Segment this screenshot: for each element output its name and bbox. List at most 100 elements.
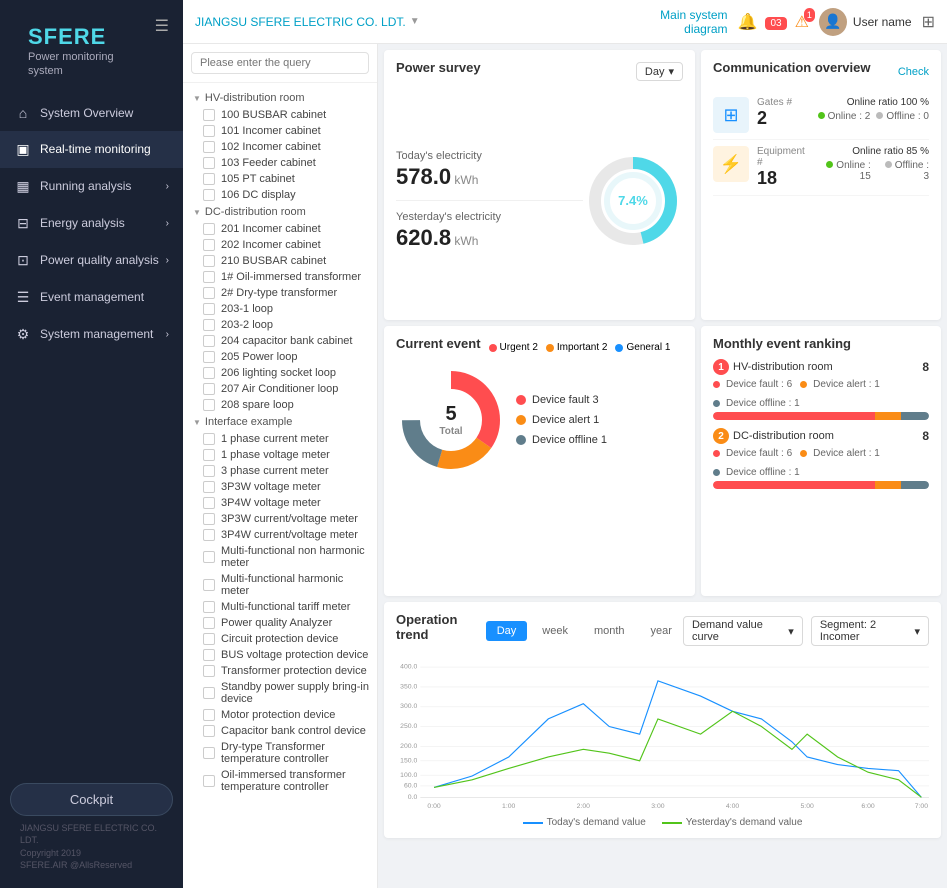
list-item[interactable]: 103 Feeder cabinet bbox=[183, 155, 377, 171]
checkbox[interactable] bbox=[203, 513, 215, 525]
checkbox[interactable] bbox=[203, 173, 215, 185]
checkbox[interactable] bbox=[203, 617, 215, 629]
tree-group-hv[interactable]: HV-distribution room bbox=[183, 89, 377, 107]
list-item[interactable]: 105 PT cabinet bbox=[183, 171, 377, 187]
list-item[interactable]: 3 phase current meter bbox=[183, 463, 377, 479]
list-item[interactable]: 3P4W voltage meter bbox=[183, 495, 377, 511]
checkbox[interactable] bbox=[203, 125, 215, 137]
demand-select[interactable]: Demand value curve ▾ bbox=[683, 616, 803, 646]
checkbox[interactable] bbox=[203, 497, 215, 509]
list-item[interactable]: Motor protection device bbox=[183, 707, 377, 723]
list-item[interactable]: 3P3W current/voltage meter bbox=[183, 511, 377, 527]
list-item[interactable]: Power quality Analyzer bbox=[183, 615, 377, 631]
list-item[interactable]: 1# Oil-immersed transformer bbox=[183, 269, 377, 285]
list-item[interactable]: 202 Incomer cabinet bbox=[183, 237, 377, 253]
checkbox[interactable] bbox=[203, 189, 215, 201]
list-item[interactable]: 106 DC display bbox=[183, 187, 377, 203]
checkbox[interactable] bbox=[203, 367, 215, 379]
list-item[interactable]: 3P3W voltage meter bbox=[183, 479, 377, 495]
checkbox[interactable] bbox=[203, 633, 215, 645]
notification-bell[interactable]: 🔔 bbox=[738, 12, 758, 32]
list-item[interactable]: 206 lighting socket loop bbox=[183, 365, 377, 381]
list-item[interactable]: Multi-functional non harmonic meter bbox=[183, 543, 377, 571]
list-item[interactable]: Oil-immersed transformer temperature con… bbox=[183, 767, 377, 795]
list-item[interactable]: 207 Air Conditioner loop bbox=[183, 381, 377, 397]
sidebar-item-power-quality[interactable]: ⊡ Power quality analysis › bbox=[0, 242, 183, 279]
checkbox[interactable] bbox=[203, 579, 215, 591]
cockpit-button[interactable]: Cockpit bbox=[10, 783, 173, 816]
checkbox[interactable] bbox=[203, 775, 215, 787]
checkbox[interactable] bbox=[203, 141, 215, 153]
checkbox[interactable] bbox=[203, 649, 215, 661]
check-link[interactable]: Check bbox=[898, 66, 929, 78]
list-item[interactable]: 204 capacitor bank cabinet bbox=[183, 333, 377, 349]
main-system-diagram-link[interactable]: Main systemdiagram bbox=[660, 8, 727, 36]
company-selector[interactable]: JIANGSU SFERE ELECTRIC CO. LDT. ▼ bbox=[195, 15, 420, 29]
list-item[interactable]: Standby power supply bring-in device bbox=[183, 679, 377, 707]
sidebar-item-realtime-monitoring[interactable]: ▣ Real-time monitoring bbox=[0, 131, 183, 168]
checkbox[interactable] bbox=[203, 601, 215, 613]
search-input[interactable] bbox=[191, 52, 369, 74]
checkbox[interactable] bbox=[203, 433, 215, 445]
checkbox[interactable] bbox=[203, 287, 215, 299]
checkbox[interactable] bbox=[203, 465, 215, 477]
list-item[interactable]: BUS voltage protection device bbox=[183, 647, 377, 663]
checkbox[interactable] bbox=[203, 255, 215, 267]
grid-view-icon[interactable]: ⊞ bbox=[922, 12, 935, 32]
checkbox[interactable] bbox=[203, 335, 215, 347]
checkbox[interactable] bbox=[203, 481, 215, 493]
tab-month[interactable]: month bbox=[583, 621, 636, 641]
checkbox[interactable] bbox=[203, 725, 215, 737]
checkbox[interactable] bbox=[203, 529, 215, 541]
checkbox[interactable] bbox=[203, 449, 215, 461]
list-item[interactable]: 3P4W current/voltage meter bbox=[183, 527, 377, 543]
tab-day[interactable]: Day bbox=[486, 621, 528, 641]
list-item[interactable]: Capacitor bank control device bbox=[183, 723, 377, 739]
tab-week[interactable]: week bbox=[531, 621, 579, 641]
list-item[interactable]: 208 spare loop bbox=[183, 397, 377, 413]
checkbox[interactable] bbox=[203, 709, 215, 721]
day-select[interactable]: Day ▾ bbox=[636, 62, 683, 81]
sidebar-item-system-overview[interactable]: ⌂ System Overview bbox=[0, 95, 183, 131]
tree-group-interface[interactable]: Interface example bbox=[183, 413, 377, 431]
menu-toggle-icon[interactable]: ☰ bbox=[155, 16, 169, 36]
alert-icon-btn[interactable]: 03 bbox=[765, 15, 786, 29]
list-item[interactable]: 210 BUSBAR cabinet bbox=[183, 253, 377, 269]
checkbox[interactable] bbox=[203, 383, 215, 395]
checkbox[interactable] bbox=[203, 351, 215, 363]
checkbox[interactable] bbox=[203, 109, 215, 121]
checkbox[interactable] bbox=[203, 239, 215, 251]
sidebar-item-running-analysis[interactable]: ▦ Running analysis › bbox=[0, 168, 183, 205]
list-item[interactable]: 205 Power loop bbox=[183, 349, 377, 365]
list-item[interactable]: 1 phase voltage meter bbox=[183, 447, 377, 463]
list-item[interactable]: 201 Incomer cabinet bbox=[183, 221, 377, 237]
list-item[interactable]: Dry-type Transformer temperature control… bbox=[183, 739, 377, 767]
checkbox[interactable] bbox=[203, 303, 215, 315]
list-item[interactable]: 2# Dry-type transformer bbox=[183, 285, 377, 301]
checkbox[interactable] bbox=[203, 319, 215, 331]
list-item[interactable]: 100 BUSBAR cabinet bbox=[183, 107, 377, 123]
checkbox[interactable] bbox=[203, 687, 215, 699]
list-item[interactable]: 203-1 loop bbox=[183, 301, 377, 317]
sidebar-item-system-management[interactable]: ⚙ System management › bbox=[0, 316, 183, 353]
list-item[interactable]: Multi-functional harmonic meter bbox=[183, 571, 377, 599]
list-item[interactable]: 203-2 loop bbox=[183, 317, 377, 333]
segment-select[interactable]: Segment: 2 Incomer ▾ bbox=[811, 616, 929, 646]
list-item[interactable]: Multi-functional tariff meter bbox=[183, 599, 377, 615]
checkbox[interactable] bbox=[203, 157, 215, 169]
checkbox[interactable] bbox=[203, 271, 215, 283]
tab-year[interactable]: year bbox=[640, 621, 683, 641]
warning-icon-btn[interactable]: ⚠ 1 bbox=[795, 12, 809, 32]
sidebar-item-event-management[interactable]: ☰ Event management bbox=[0, 279, 183, 316]
list-item[interactable]: 101 Incomer cabinet bbox=[183, 123, 377, 139]
list-item[interactable]: Transformer protection device bbox=[183, 663, 377, 679]
sidebar-item-energy-analysis[interactable]: ⊟ Energy analysis › bbox=[0, 205, 183, 242]
checkbox[interactable] bbox=[203, 223, 215, 235]
checkbox[interactable] bbox=[203, 551, 215, 563]
user-info[interactable]: 👤 User name bbox=[819, 8, 912, 36]
checkbox[interactable] bbox=[203, 747, 215, 759]
list-item[interactable]: 102 Incomer cabinet bbox=[183, 139, 377, 155]
tree-group-dc[interactable]: DC-distribution room bbox=[183, 203, 377, 221]
checkbox[interactable] bbox=[203, 399, 215, 411]
list-item[interactable]: Circuit protection device bbox=[183, 631, 377, 647]
